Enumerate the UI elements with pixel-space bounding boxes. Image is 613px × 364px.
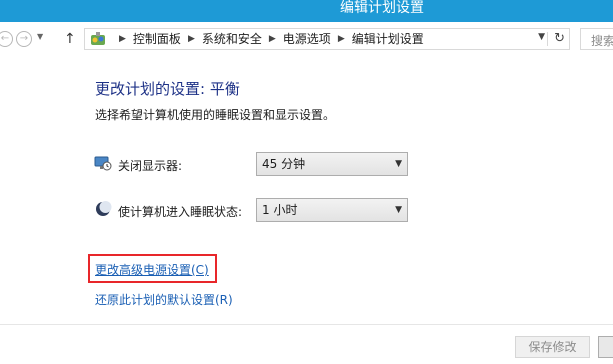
refresh-icon[interactable]: ↻ xyxy=(554,30,565,48)
arrow-right-icon: → xyxy=(19,33,29,44)
chevron-right-icon: ▶ xyxy=(119,34,126,44)
cancel-button[interactable] xyxy=(598,336,613,358)
navigation-bar: ← → ▼ ↑ ▶ 控制面板 ▶ 系统和安全 ▶ 电源选项 ▶ 编辑计划设置 ▼… xyxy=(0,22,613,58)
sleep-label: 使计算机进入睡眠状态: xyxy=(118,205,243,219)
page-title: 更改计划的设置: 平衡 xyxy=(95,80,240,98)
chevron-down-icon: ▼ xyxy=(395,205,402,215)
breadcrumb-system-security[interactable]: 系统和安全 xyxy=(202,29,262,49)
restore-defaults-link[interactable]: 还原此计划的默认设置(R) xyxy=(95,291,233,308)
display-off-value: 45 分钟 xyxy=(262,157,306,171)
save-changes-button[interactable]: 保存修改 xyxy=(515,336,590,358)
breadcrumb-power-options[interactable]: 电源选项 xyxy=(283,29,331,49)
display-off-select[interactable]: 45 分钟 ▼ xyxy=(256,152,408,176)
page-description: 选择希望计算机使用的睡眠设置和显示设置。 xyxy=(95,108,336,122)
breadcrumb-control-panel[interactable]: 控制面板 xyxy=(133,29,181,49)
control-panel-icon xyxy=(91,32,105,45)
chevron-right-icon[interactable]: ▶ xyxy=(188,29,195,49)
recent-locations-chevron-icon[interactable]: ▼ xyxy=(37,32,43,41)
forward-button[interactable]: → xyxy=(16,31,32,47)
address-dropdown-icon[interactable]: ▼ xyxy=(538,32,545,42)
address-bar[interactable]: ▶ 控制面板 ▶ 系统和安全 ▶ 电源选项 ▶ 编辑计划设置 ▼ ↻ xyxy=(84,28,570,50)
search-placeholder: 搜索 xyxy=(591,34,613,48)
monitor-clock-icon xyxy=(94,156,112,171)
sleep-select[interactable]: 1 小时 ▼ xyxy=(256,198,408,222)
address-divider xyxy=(547,32,548,46)
window-title: 编辑计划设置 xyxy=(340,0,424,16)
up-arrow-icon[interactable]: ↑ xyxy=(64,31,76,47)
highlight-annotation xyxy=(88,254,217,283)
display-off-label: 关闭显示器: xyxy=(118,159,183,173)
breadcrumb: ▶ 控制面板 ▶ 系统和安全 ▶ 电源选项 ▶ 编辑计划设置 xyxy=(112,29,424,49)
chevron-down-icon: ▼ xyxy=(395,159,402,169)
arrow-left-icon: ← xyxy=(0,33,10,44)
title-bar: 编辑计划设置 xyxy=(0,0,613,22)
moon-sleep-icon xyxy=(96,201,112,216)
back-button[interactable]: ← xyxy=(0,31,13,47)
search-input[interactable]: 搜索 xyxy=(580,28,613,50)
breadcrumb-edit-plan-settings[interactable]: 编辑计划设置 xyxy=(352,29,424,49)
chevron-right-icon[interactable]: ▶ xyxy=(338,29,345,49)
chevron-right-icon[interactable]: ▶ xyxy=(269,29,276,49)
sleep-value: 1 小时 xyxy=(262,203,298,217)
footer-divider xyxy=(0,324,613,325)
